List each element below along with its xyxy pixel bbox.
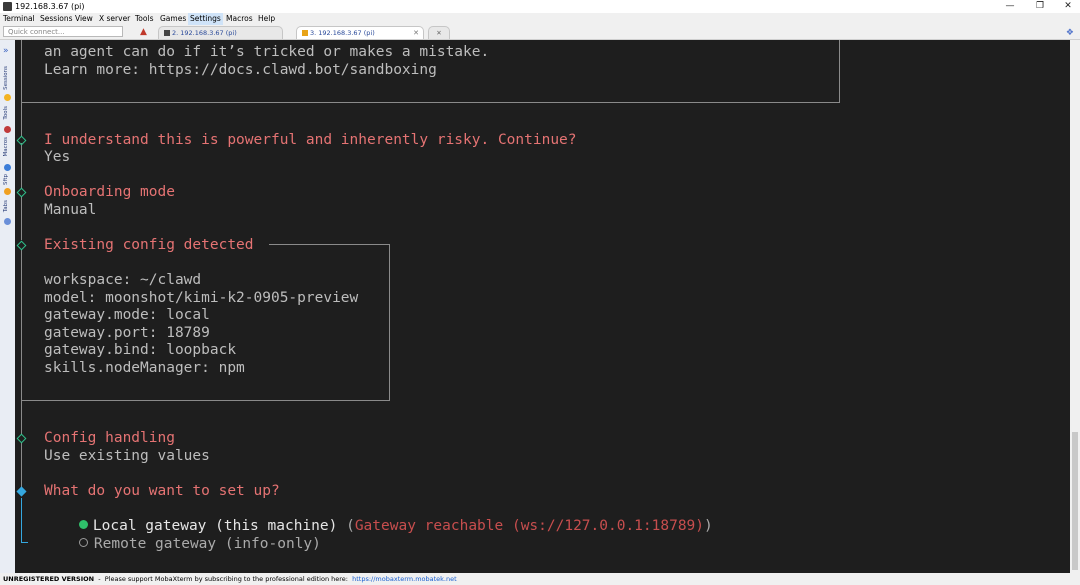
menu-tools[interactable]: Tools: [135, 13, 153, 25]
app-icon: [3, 2, 12, 11]
box-border: [389, 244, 390, 401]
setup-question: What do you want to set up?: [44, 483, 280, 499]
step-connector: [21, 196, 22, 240]
sidebar-tab-sftp[interactable]: Sftp: [2, 174, 10, 185]
tab-label: 2. 192.168.3.67 (pi): [172, 29, 237, 37]
option-label: Remote gateway (info-only): [93, 536, 321, 552]
sidebar: » Sessions Tools Macros Sftp Tabs: [0, 40, 16, 573]
terminal-line: an agent can do if it’s tricked or makes…: [44, 44, 490, 60]
config-box-title: Existing config detected: [44, 237, 254, 253]
quick-connect-input[interactable]: Quick connect...: [3, 26, 123, 37]
terminal-line: Learn more: https://docs.clawd.bot/sandb…: [44, 62, 437, 78]
support-message: - Please support MobaXterm by subscribin…: [94, 575, 353, 583]
box-border: [21, 400, 390, 401]
step-connector: [21, 103, 22, 136]
completed-step-icon: [16, 187, 27, 198]
menu-settings[interactable]: Settings: [188, 13, 223, 25]
sidebar-tab-macros[interactable]: Macros: [2, 137, 10, 157]
config-line: gateway.bind: loopback: [44, 342, 237, 358]
prompt-label: Config handling: [44, 430, 175, 446]
window-title: 192.168.3.67 (pi): [15, 2, 85, 11]
box-border: [269, 244, 390, 245]
option-hint: Gateway reachable (ws://127.0.0.1:18789): [354, 518, 705, 534]
restore-icon[interactable]: ❐: [1026, 0, 1054, 13]
active-step-connector: [21, 498, 22, 543]
completed-step-icon: [16, 240, 27, 251]
close-tab-icon[interactable]: ✕: [413, 27, 419, 39]
prompt-answer: Yes: [44, 149, 71, 165]
title-bar: 192.168.3.67 (pi) — ❐ ✕: [0, 0, 1080, 13]
tools-icon: [4, 126, 11, 133]
option-paren: (: [337, 518, 355, 534]
active-step-icon: [16, 486, 27, 497]
close-icon[interactable]: ✕: [1054, 0, 1080, 13]
status-bar: UNREGISTERED VERSION - Please support Mo…: [0, 573, 1080, 585]
sidebar-tab-tabs[interactable]: Tabs: [2, 200, 10, 212]
scrollbar-thumb[interactable]: [1072, 432, 1078, 570]
prompt-value: Manual: [44, 202, 97, 218]
config-line: gateway.port: 18789: [44, 325, 210, 341]
expand-sidebar-icon[interactable]: »: [3, 46, 9, 56]
terminal-scrollbar[interactable]: [1070, 40, 1080, 573]
menu-macros[interactable]: Macros: [226, 13, 253, 25]
sidebar-tab-sessions[interactable]: Sessions: [2, 66, 10, 90]
config-line: gateway.mode: local: [44, 307, 210, 323]
config-line: skills.nodeManager: npm: [44, 360, 245, 376]
step-connector: [21, 249, 22, 434]
menu-sessions[interactable]: Sessions: [40, 13, 73, 25]
config-line: workspace: ~/clawd: [44, 272, 202, 288]
minimize-icon[interactable]: —: [996, 0, 1024, 13]
option-paren: ): [704, 518, 713, 534]
tab-session-2[interactable]: 2. 192.168.3.67 (pi): [158, 26, 283, 39]
mobaxterm-link[interactable]: https://mobaxterm.mobatek.net: [352, 575, 457, 583]
tab-session-3[interactable]: 3. 192.168.3.67 (pi) ✕: [296, 26, 424, 39]
step-connector: [21, 442, 22, 488]
tabs-icon: [4, 218, 11, 225]
menu-view[interactable]: View: [75, 13, 93, 25]
radio-unselected-icon: [78, 538, 88, 547]
new-tab-button[interactable]: ✕: [428, 26, 450, 39]
tab-label: 3. 192.168.3.67 (pi): [310, 29, 375, 37]
config-line: model: moonshot/kimi-k2-0905-preview: [44, 290, 359, 306]
box-border: [21, 102, 840, 103]
box-border: [839, 40, 840, 103]
option-remote-gateway[interactable]: Remote gateway (info-only): [44, 517, 321, 571]
attachment-icon[interactable]: ❖: [1066, 28, 1074, 38]
star-icon: [4, 94, 11, 101]
step-connector: [21, 143, 22, 188]
menu-terminal[interactable]: Terminal: [3, 13, 35, 25]
prompt-value: Use existing values: [44, 448, 210, 464]
terminal-output[interactable]: an agent can do if it’s tricked or makes…: [15, 40, 1070, 573]
menu-bar: Terminal Sessions View X server Tools Ga…: [0, 13, 1080, 25]
completed-step-icon: [16, 433, 27, 444]
terminal-icon: [164, 30, 170, 36]
box-border: [21, 40, 22, 103]
macro-icon: [4, 164, 11, 171]
tab-bar: Quick connect... ▲ 2. 192.168.3.67 (pi) …: [0, 25, 1080, 40]
menu-games[interactable]: Games: [160, 13, 186, 25]
completed-step-icon: [16, 135, 27, 146]
terminal-icon: [302, 30, 308, 36]
active-step-connector: [21, 542, 28, 543]
unregistered-label: UNREGISTERED VERSION: [3, 575, 95, 583]
sftp-icon: [4, 188, 11, 195]
menu-xserver[interactable]: X server: [99, 13, 130, 25]
menu-help[interactable]: Help: [258, 13, 275, 25]
prompt-label: Onboarding mode: [44, 184, 175, 200]
prompt-question: I understand this is powerful and inhere…: [44, 132, 577, 148]
home-icon[interactable]: ▲: [140, 27, 147, 37]
sidebar-tab-tools[interactable]: Tools: [2, 106, 10, 120]
